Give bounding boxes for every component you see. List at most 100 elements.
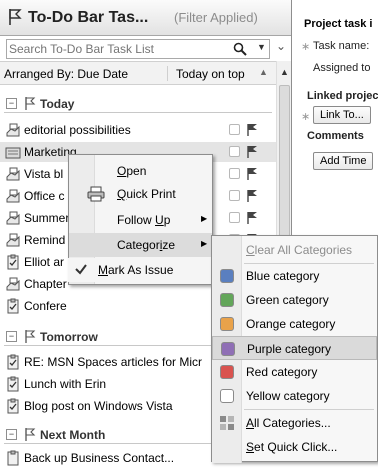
sort-up-icon[interactable]: ▲ (259, 67, 268, 77)
clipboard-task-icon (5, 376, 21, 395)
divider (167, 66, 168, 81)
purple-category-swatch (221, 342, 235, 356)
menu-item-label: Yellow category (246, 389, 330, 403)
scroll-up-icon[interactable]: ▲ (280, 67, 289, 77)
checkmark-icon (75, 263, 87, 278)
task-assigned-icon (5, 232, 21, 251)
menu-item-yellow-category[interactable]: Yellow category (212, 384, 377, 408)
complete-checkbox[interactable] (229, 124, 240, 135)
menu-item-orange-category[interactable]: Orange category (212, 312, 377, 336)
yellow-category-swatch (220, 389, 234, 403)
menu-item-all-categories[interactable]: All Categories... (212, 411, 377, 435)
search-input[interactable] (9, 41, 229, 57)
menu-item-label: Quick Print (117, 187, 176, 201)
arrangement-bar[interactable]: Arranged By: Due Date Today on top ▲ (0, 61, 276, 85)
group-label: Today (40, 97, 75, 111)
linked-project-label: Linked projec (307, 90, 378, 102)
task-label: Chapter (24, 277, 67, 291)
link-to-button[interactable]: Link To... (313, 106, 371, 124)
collapse-icon[interactable]: − (6, 429, 17, 440)
follow-up-flag-icon[interactable] (246, 145, 258, 162)
printer-icon (87, 186, 105, 205)
collapse-icon[interactable]: − (6, 98, 17, 109)
orange-category-swatch (220, 317, 234, 331)
green-category-swatch (220, 293, 234, 307)
follow-up-flag-icon[interactable] (246, 167, 258, 184)
task-assigned-icon (5, 210, 21, 229)
complete-checkbox[interactable] (229, 168, 240, 179)
clipboard-task-icon (5, 298, 21, 317)
red-category-swatch (220, 365, 234, 379)
menu-item-mark-as-issue[interactable]: Mark As Issue (68, 258, 213, 282)
complete-checkbox[interactable] (229, 190, 240, 201)
menu-item-label: Blue category (246, 269, 320, 283)
menu-item-clear-all-categories[interactable]: Clear All Categories (212, 238, 377, 262)
group-divider (4, 112, 272, 113)
task-assigned-icon (5, 188, 21, 207)
section-title: Project task i (304, 18, 373, 30)
group-header-today[interactable]: − Today (0, 93, 276, 115)
task-label: Blog post on Windows Vista (24, 399, 173, 413)
menu-item-label: Red category (246, 365, 318, 379)
categorize-submenu: Clear All Categories Blue category Green… (211, 235, 378, 463)
task-label: Elliot ar (24, 255, 65, 269)
task-label: editorial possibilities (24, 123, 131, 137)
search-icon[interactable] (233, 42, 247, 59)
required-star: ∗ (301, 41, 311, 53)
task-label: Summer (24, 211, 70, 225)
task-row[interactable]: editorial possibilities (0, 120, 276, 140)
menu-item-follow-up[interactable]: Follow Up ▶ (69, 208, 212, 232)
task-label: Office c (24, 189, 65, 203)
menu-item-red-category[interactable]: Red category (212, 360, 377, 384)
menu-item-label: Open (117, 164, 147, 178)
menu-item-label: Purple category (247, 342, 332, 356)
filter-status: (Filter Applied) (174, 10, 258, 25)
pane-header: To-Do Bar Tas... (Filter Applied) (0, 0, 291, 36)
menu-item-label: Orange category (246, 317, 336, 331)
task-label: Remind (24, 233, 66, 247)
menu-item-label: Clear All Categories (246, 243, 353, 257)
menu-item-label: Mark As Issue (98, 263, 174, 277)
required-star: ∗ (301, 111, 311, 123)
group-label: Tomorrow (40, 330, 98, 344)
assigned-to-label: Assigned to (313, 62, 371, 74)
all-categories-icon (220, 416, 234, 430)
task-label: Back up Business Contact... (24, 451, 175, 465)
group-label: Next Month (40, 428, 106, 442)
menu-item-label: Categorize (117, 238, 176, 252)
add-time-button[interactable]: Add Time (313, 152, 374, 170)
follow-up-flag-icon[interactable] (246, 211, 258, 228)
menu-separator (244, 409, 374, 410)
blue-category-swatch (220, 269, 234, 283)
menu-item-label: All Categories... (246, 416, 331, 430)
expand-search-icon[interactable]: ⌄ (276, 39, 286, 53)
task-assigned-icon (5, 122, 21, 141)
menu-item-open[interactable]: Open (69, 159, 212, 183)
menu-item-blue-category[interactable]: Blue category (212, 264, 377, 288)
arranged-by-label[interactable]: Arranged By: Due Date (4, 67, 128, 81)
menu-item-quick-print[interactable]: Quick Print (69, 182, 212, 206)
task-label: Confere (24, 299, 67, 313)
menu-item-set-quick-click[interactable]: Set Quick Click... (212, 435, 377, 459)
clipboard-task-icon (5, 254, 21, 273)
menu-item-purple-category[interactable]: Purple category (212, 336, 377, 360)
menu-item-green-category[interactable]: Green category (212, 288, 377, 312)
follow-up-flag-icon[interactable] (246, 123, 258, 140)
pane-title: To-Do Bar Tas... (28, 9, 149, 26)
collapse-icon[interactable]: − (6, 331, 17, 342)
task-label: Lunch with Erin (24, 377, 107, 391)
submenu-arrow-icon: ▶ (201, 214, 208, 223)
task-assigned-icon (5, 166, 21, 185)
clipboard-task-icon (5, 398, 21, 417)
menu-item-categorize[interactable]: Categorize ▶ (69, 233, 212, 257)
complete-checkbox[interactable] (229, 146, 240, 157)
complete-checkbox[interactable] (229, 212, 240, 223)
sort-order-label[interactable]: Today on top (176, 67, 245, 81)
search-dropdown-icon[interactable]: ▼ (257, 42, 266, 52)
menu-item-label: Set Quick Click... (246, 440, 338, 454)
submenu-arrow-icon: ▶ (201, 239, 208, 248)
search-box[interactable]: ▼ (6, 39, 270, 59)
task-assigned-icon (5, 276, 21, 295)
menu-item-label: Green category (246, 293, 329, 307)
follow-up-flag-icon[interactable] (246, 189, 258, 206)
